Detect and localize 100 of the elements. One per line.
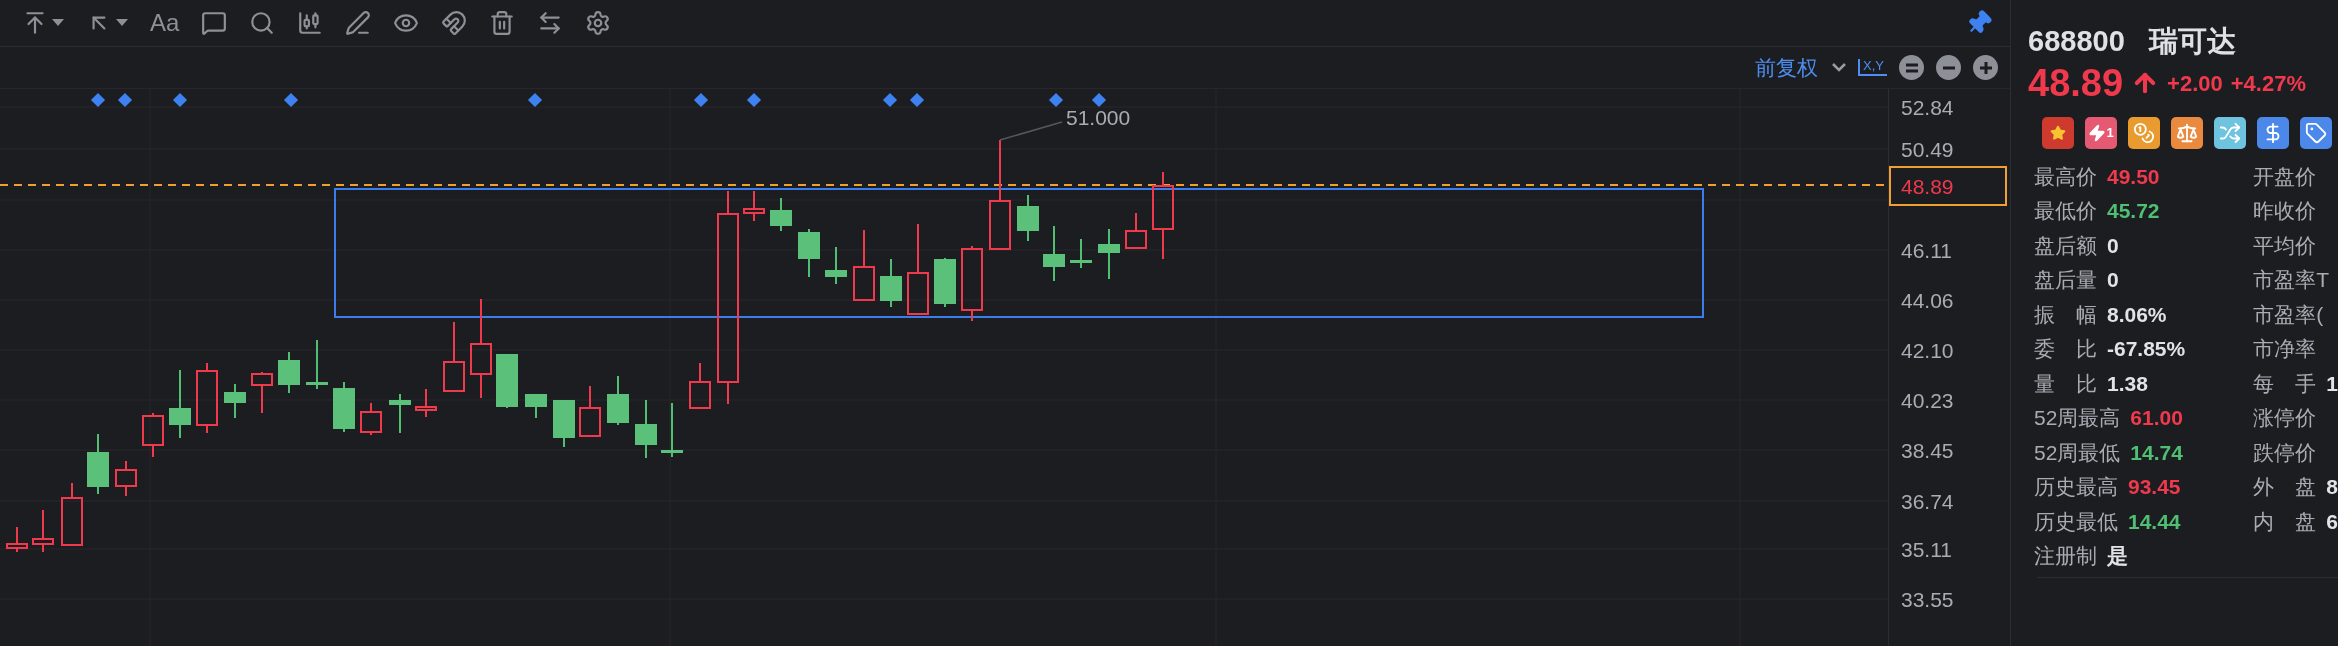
zoom-out-button[interactable] [1936,55,1961,80]
stat-value: 45.72 [2107,200,2160,222]
high-annotation: 51.000 [1066,107,1131,128]
zoom-in-button[interactable] [1973,55,1998,80]
stat-label: 跌停价 [2253,441,2317,463]
percent-change: +4.27% [2230,69,2306,98]
price-axis-label: 36.74 [1901,488,1955,515]
adjust-mode-dropdown[interactable]: 前复权 [1755,51,1847,84]
stat-label: 内 盘 [2253,510,2317,532]
stat-label: 历史最低 [2034,510,2118,532]
candlestick [115,460,137,497]
last-price: 48.89 [2028,64,2124,102]
stat-value: 是 [2107,545,2128,567]
candlestick [825,246,847,285]
candlestick [6,526,28,553]
candlestick [1098,228,1120,280]
equals-icon [1904,62,1919,73]
candlestick [743,190,765,222]
axis-toggle[interactable]: X,Y [1858,59,1887,76]
candlestick [1070,238,1092,269]
candlestick [415,388,437,418]
stat-label: 平均价 [2253,234,2317,256]
stat-value: 1.38 [2107,372,2148,394]
fit-button[interactable] [1899,55,1924,80]
stat-value: -67.85% [2107,338,2186,360]
search-icon[interactable] [249,10,276,36]
candlestick [798,228,820,278]
stat-label: 盘后额 [2034,234,2097,256]
stat-label: 昨收价 [2253,200,2317,222]
trash-icon[interactable] [489,10,516,36]
flash-badge[interactable]: 1 [2085,117,2117,149]
stat-label: 注册制 [2034,545,2097,567]
candlestick [389,393,411,434]
candlestick [1125,212,1147,250]
stat-label: 市盈率( [2253,303,2324,325]
stat-value: 8.06% [2107,303,2167,325]
magnet-icon[interactable] [441,10,468,36]
candlestick [1043,225,1065,282]
candlestick [251,371,273,414]
price-axis-label: 38.45 [1901,437,1955,464]
flag-icon[interactable] [2042,117,2074,149]
candlestick [1017,194,1039,242]
stat-label: 历史最高 [2034,476,2118,498]
stat-label: 量 比 [2034,372,2097,394]
minus-icon [1941,65,1956,70]
stat-value: 61.00 [2130,407,2183,429]
tag-icon[interactable] [2300,117,2332,149]
candlestick [196,362,218,434]
stat-label: 市净率 [2253,338,2317,360]
stat-value: 14.74 [2130,441,2183,463]
candlestick [142,412,164,458]
price-axis-label: 35.11 [1901,536,1953,563]
caret-icon[interactable] [116,19,128,27]
dollar-icon[interactable] [2257,117,2289,149]
stat-value: 14.44 [2128,510,2181,532]
stat-label: 盘后量 [2034,269,2097,291]
stat-value: 6 [2326,510,2338,532]
current-price-label: 48.89 [1889,166,2007,206]
price-axis-label: 33.55 [1901,586,1955,613]
candlestick [853,229,875,301]
plus-icon [1978,60,1993,75]
stat-value: 49.50 [2107,165,2160,187]
settings-icon[interactable] [585,10,612,36]
stat-label: 开盘价 [2253,165,2317,187]
candlestick [607,375,629,426]
leader-line [999,121,1063,141]
price-axis-label: 52.84 [1901,94,1955,121]
candlestick [443,321,465,392]
stat-label: 涨停价 [2253,407,2317,429]
chevron-icon [1832,63,1847,72]
stat-value: 8 [2326,476,2338,498]
caret-icon[interactable] [52,19,64,27]
range-box[interactable] [334,188,1704,318]
price-axis-label: 44.06 [1901,287,1955,314]
stat-value: 93.45 [2128,476,2181,498]
candlestick [32,509,54,553]
pen-icon[interactable] [345,10,372,36]
price-axis-label: 40.23 [1901,387,1955,414]
candlestick [934,257,956,308]
text-tool[interactable]: Aa [150,11,180,35]
shuffle-icon[interactable] [2214,117,2246,149]
candlestick [553,399,575,448]
stat-value: 1 [2326,372,2338,394]
candlestick-icon[interactable] [297,10,324,36]
candlestick [333,381,355,433]
comment-icon[interactable] [201,10,228,36]
stock-code: 688800 [2028,27,2125,56]
price-change: +2.00 [2167,69,2223,98]
stat-label: 振 幅 [2034,303,2097,325]
candlestick [87,433,109,495]
price-axis-label: 50.49 [1901,136,1955,163]
stat-label: 市盈率T [2253,269,2330,291]
coins-icon[interactable] [2128,117,2160,149]
stat-label: 委 比 [2034,338,2097,360]
scale-icon[interactable] [2171,117,2203,149]
candlestick [496,353,518,409]
stat-label: 52周最低 [2034,441,2121,463]
candlestick [689,362,711,409]
candlestick [169,369,191,439]
candlestick [661,402,683,458]
